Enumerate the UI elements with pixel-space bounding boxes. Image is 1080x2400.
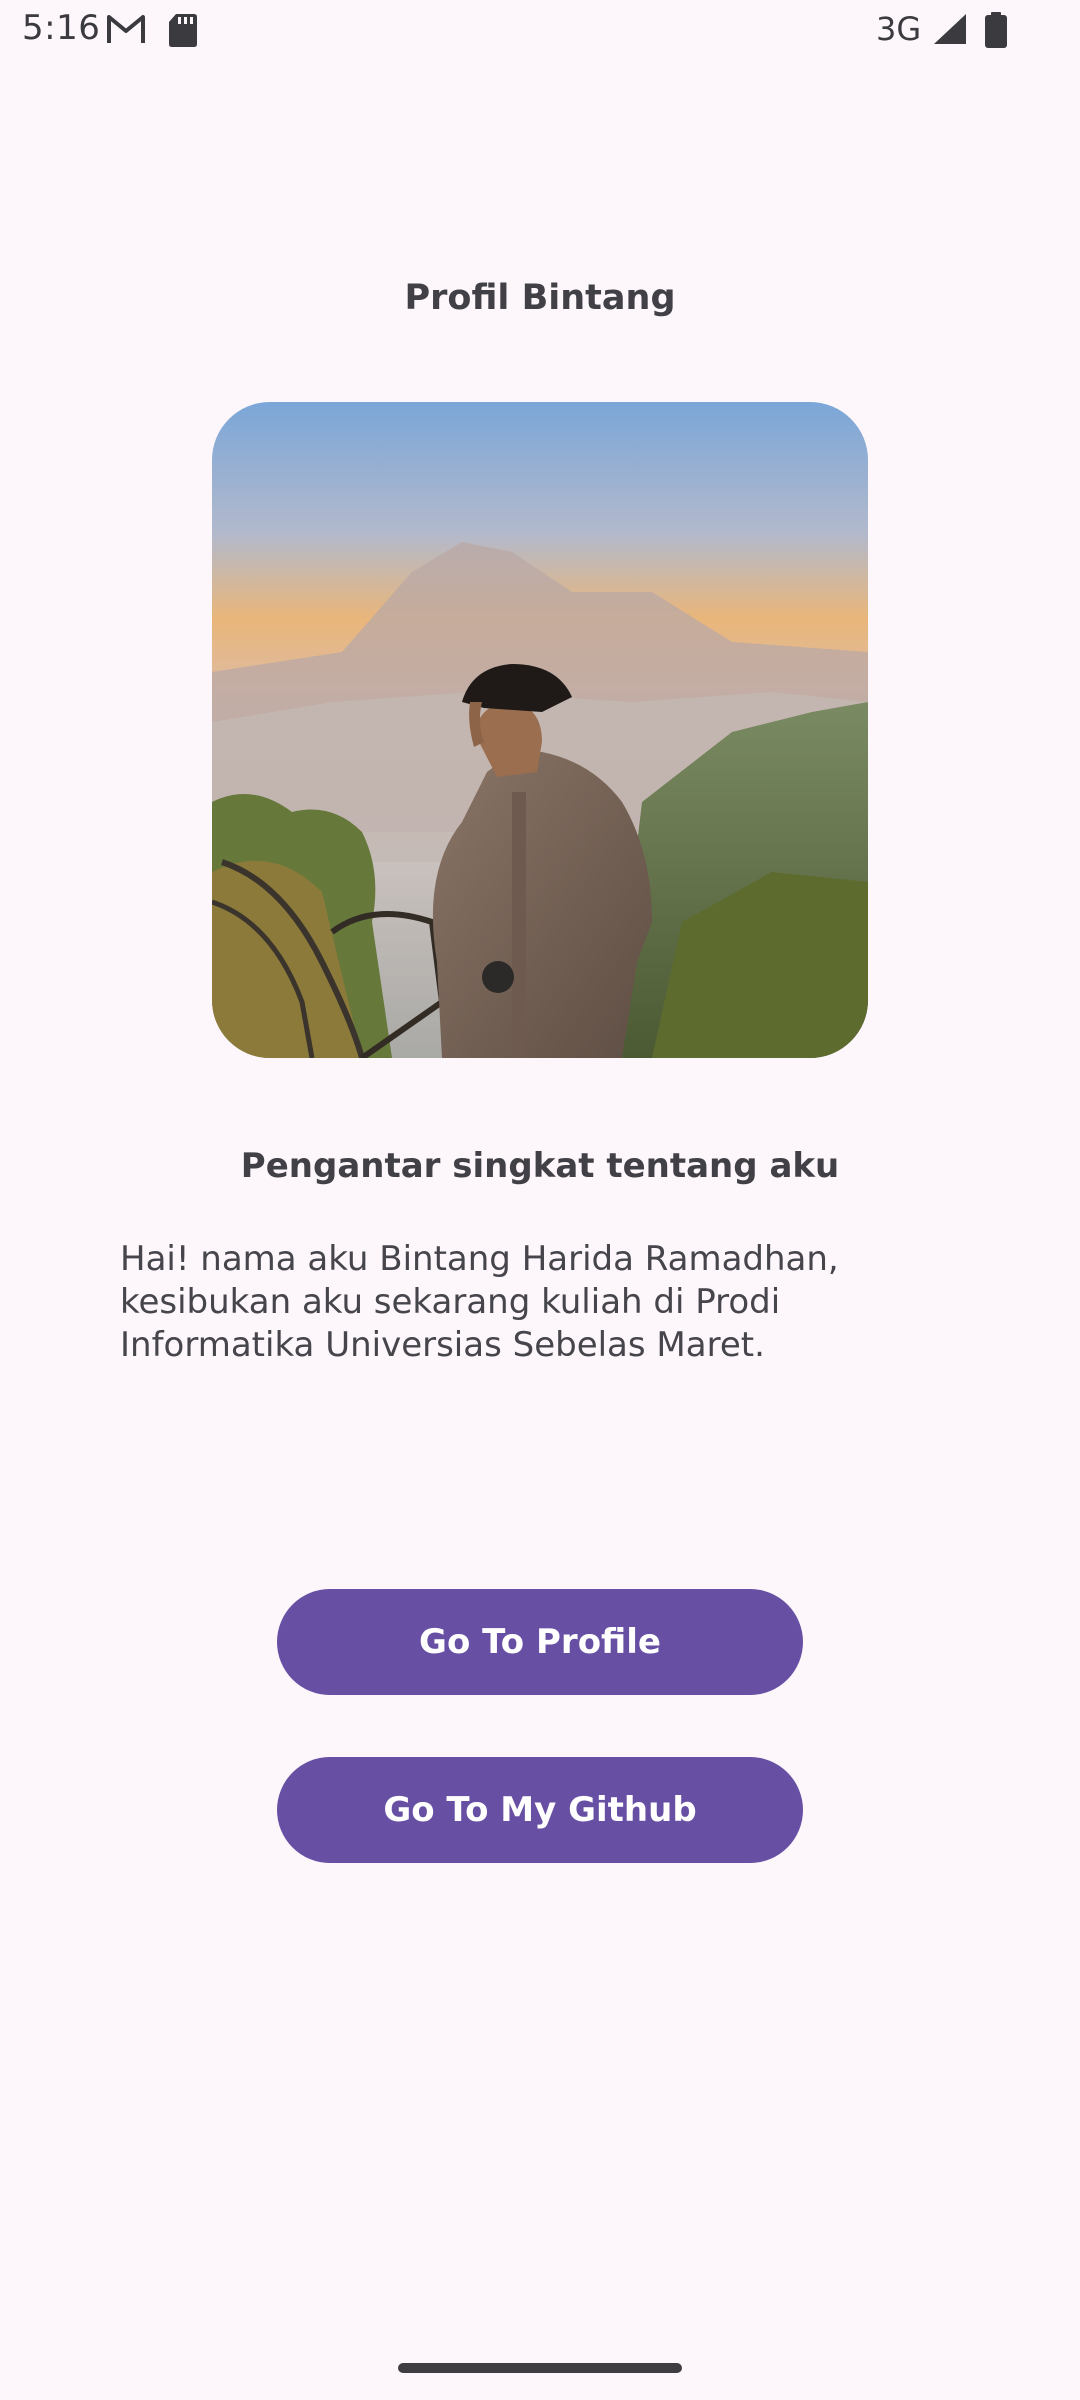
intro-body: Hai! nama aku Bintang Harida Ramadhan, k…: [120, 1239, 839, 1365]
battery-icon: [984, 12, 1008, 52]
home-indicator[interactable]: [398, 2363, 682, 2373]
status-bar: 5:16 3G: [0, 0, 1080, 64]
sd-card-icon: [168, 12, 198, 52]
page-title: Profil Bintang: [404, 278, 676, 318]
intro-heading: Pengantar singkat tentang aku: [240, 1146, 840, 1186]
signal-icon: [932, 12, 968, 50]
status-time: 5:16: [22, 8, 101, 48]
go-to-github-button[interactable]: Go To My Github: [277, 1757, 803, 1863]
gmail-icon: [106, 12, 146, 50]
network-type: 3G: [876, 10, 922, 48]
go-to-profile-button[interactable]: Go To Profile: [277, 1589, 803, 1695]
profile-photo: [212, 402, 868, 1058]
